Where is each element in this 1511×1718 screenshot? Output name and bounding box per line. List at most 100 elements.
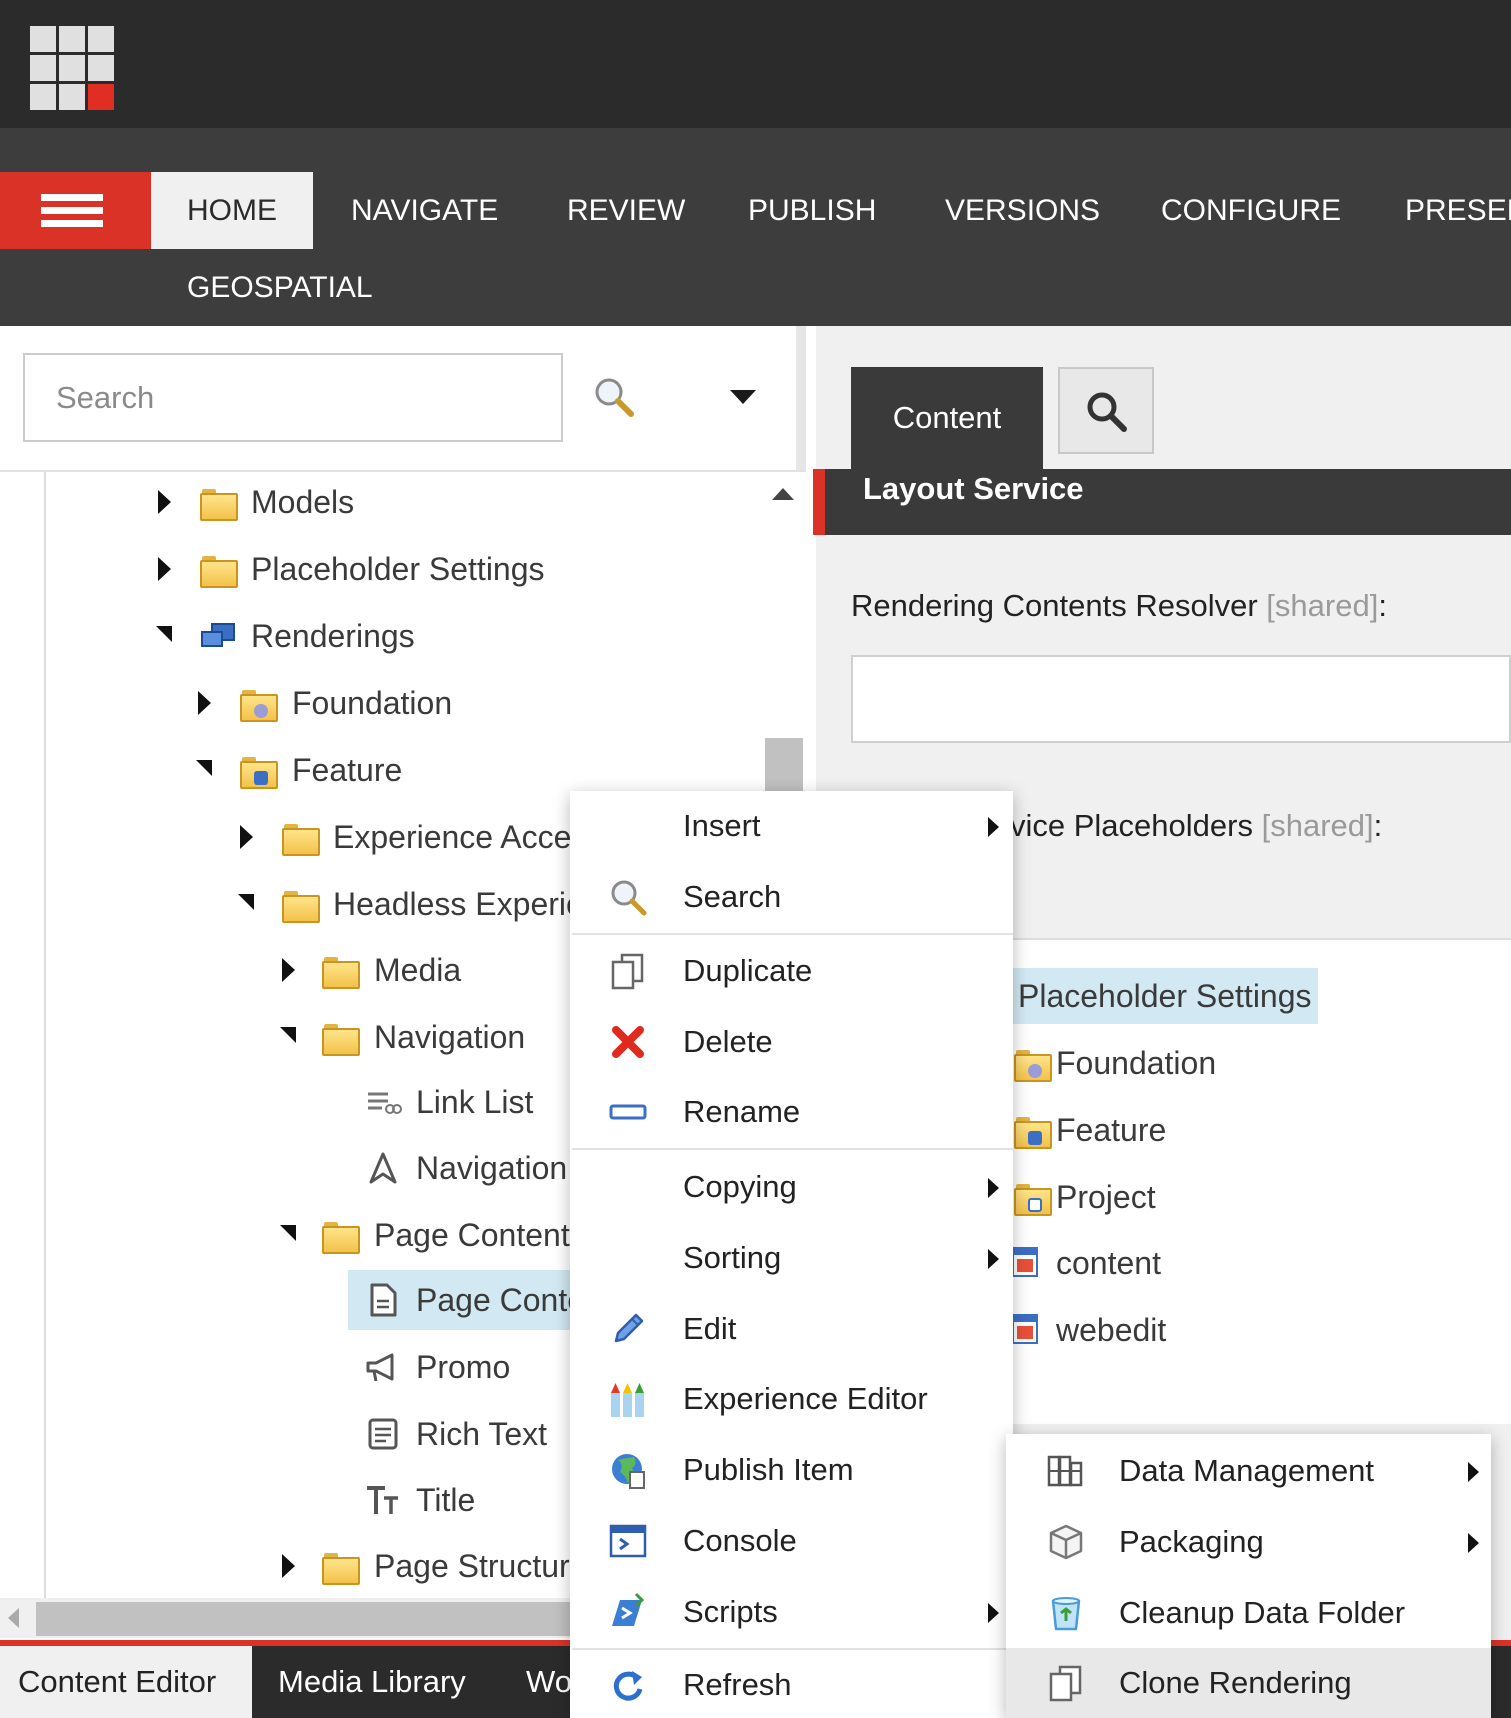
treelist-item-feature[interactable]: Feature — [1056, 1102, 1166, 1158]
rendering-contents-resolver-field[interactable] — [851, 655, 1511, 743]
scrollbar-thumb[interactable] — [765, 738, 803, 794]
menu-item-console[interactable]: Console — [570, 1506, 1013, 1576]
search-options-dropdown-icon[interactable] — [730, 390, 756, 404]
menu-item-experience-editor[interactable]: Experience Editor — [570, 1364, 1013, 1434]
treelist-item-project[interactable]: Project — [1056, 1169, 1156, 1225]
folder-gear-icon — [240, 688, 278, 722]
treelist-item-foundation[interactable]: Foundation — [1056, 1035, 1216, 1091]
expand-arrow-icon[interactable] — [278, 940, 298, 1000]
tab-content[interactable]: Content — [851, 367, 1043, 469]
submenu-item-cleanup-data-folder[interactable]: Cleanup Data Folder — [1006, 1578, 1491, 1648]
tree-node-label: Page Conte — [416, 1282, 586, 1318]
expand-arrow-icon[interactable] — [278, 1536, 298, 1596]
rich-text-icon — [368, 1418, 398, 1450]
expand-arrow-icon[interactable] — [236, 807, 256, 867]
menu-item-duplicate[interactable]: Duplicate — [570, 936, 1013, 1006]
duplicate-icon — [611, 953, 644, 990]
search-icon[interactable] — [592, 375, 636, 419]
app-launcher-icon[interactable] — [30, 26, 114, 110]
treelist-item-placeholder-settings[interactable]: Placeholder Settings — [1018, 968, 1312, 1024]
tab-versions[interactable]: VERSIONS — [909, 172, 1136, 249]
section-header-layout-service[interactable]: Layout Service — [813, 469, 1511, 535]
megaphone-icon — [366, 1353, 394, 1382]
tree-node-label: Link List — [416, 1084, 534, 1120]
tab-home[interactable]: HOME — [151, 172, 313, 249]
scrollbar-thumb[interactable] — [36, 1602, 576, 1636]
calendar-icon — [1012, 1314, 1038, 1344]
tree-node-label: Page Content — [374, 1217, 570, 1253]
tree-node-label: Renderings — [251, 618, 415, 654]
package-icon — [1049, 1524, 1083, 1560]
tab-publish[interactable]: PUBLISH — [712, 172, 912, 249]
tree-node-label: Feature — [292, 752, 403, 788]
menu-item-label: Edit — [683, 1311, 737, 1346]
submenu-arrow-icon — [1468, 1533, 1479, 1553]
tree-node-label: Models — [251, 484, 355, 520]
menu-item-label: Packaging — [1119, 1524, 1264, 1559]
scroll-up-arrow-icon[interactable] — [772, 488, 794, 500]
menu-item-label: Cleanup Data Folder — [1119, 1595, 1406, 1630]
treelist-item-content[interactable]: content — [1056, 1235, 1161, 1291]
tree-node-label: Placeholder Settings — [251, 551, 545, 587]
tab-presentation[interactable]: PRESEN — [1369, 172, 1511, 249]
field-label-rendering-contents-resolver: Rendering Contents Resolver [shared]: — [851, 588, 1387, 624]
expand-arrow-icon[interactable] — [154, 539, 174, 599]
collapse-arrow-icon[interactable] — [278, 1007, 298, 1067]
tab-navigate[interactable]: NAVIGATE — [315, 172, 534, 249]
menu-item-label: Duplicate — [683, 953, 813, 988]
menu-item-sorting[interactable]: Sorting — [570, 1223, 1013, 1293]
menu-item-label: Refresh — [683, 1667, 792, 1702]
search-tab-button[interactable] — [1058, 367, 1154, 454]
tab-content-editor[interactable]: Content Editor — [0, 1646, 252, 1718]
menu-item-refresh[interactable]: Refresh — [570, 1650, 1013, 1718]
menu-item-insert[interactable]: Insert — [570, 791, 1013, 861]
expand-arrow-icon[interactable] — [194, 673, 214, 733]
treelist-item-webedit[interactable]: webedit — [1056, 1302, 1166, 1358]
collapse-arrow-icon[interactable] — [194, 740, 214, 800]
tab-geospatial[interactable]: GEOSPATIAL — [151, 249, 409, 326]
collapse-arrow-icon[interactable] — [278, 1205, 298, 1265]
menu-item-label: Sorting — [683, 1240, 782, 1275]
delete-icon — [612, 1026, 644, 1058]
menu-item-label: Experience Editor — [683, 1381, 928, 1416]
renderings-icon — [201, 623, 235, 647]
menu-item-edit[interactable]: Edit — [570, 1294, 1013, 1364]
submenu-item-clone-rendering[interactable]: Clone Rendering — [1006, 1648, 1491, 1718]
folder-project-icon — [1014, 1169, 1052, 1225]
menu-item-label: Data Management — [1119, 1453, 1375, 1488]
field-label-text: Rendering Contents Resolver — [851, 588, 1258, 623]
tree-node-label: Title — [416, 1482, 476, 1518]
tab-review[interactable]: REVIEW — [531, 172, 721, 249]
tab-configure[interactable]: CONFIGURE — [1125, 172, 1377, 249]
tree-node-label: Headless Experie — [333, 886, 584, 922]
submenu-arrow-icon — [988, 1249, 999, 1269]
hamburger-menu-icon[interactable] — [0, 172, 151, 249]
tree-node-label: Page Structure — [374, 1548, 588, 1584]
folder-icon — [322, 1551, 360, 1585]
menu-item-label: Publish Item — [683, 1452, 854, 1487]
menu-item-search[interactable]: Search — [570, 862, 1013, 932]
menu-item-label: Insert — [683, 808, 761, 843]
collapse-arrow-icon[interactable] — [154, 606, 174, 666]
menu-item-copying[interactable]: Copying — [570, 1152, 1013, 1222]
folder-icon — [322, 1022, 360, 1056]
folder-icon — [200, 487, 238, 521]
submenu-arrow-icon — [1468, 1462, 1479, 1482]
tree-node-label: Navigation — [374, 1019, 526, 1055]
scroll-left-arrow-icon[interactable] — [8, 1608, 19, 1628]
tab-media-library[interactable]: Media Library — [260, 1646, 484, 1718]
shared-tag: [shared] — [1261, 808, 1374, 843]
folder-icon — [282, 822, 320, 856]
menu-item-delete[interactable]: Delete — [570, 1007, 1013, 1077]
menu-item-scripts[interactable]: Scripts — [570, 1577, 1013, 1647]
menu-item-publish-item[interactable]: Publish Item — [570, 1435, 1013, 1505]
expand-arrow-icon[interactable] — [154, 472, 174, 532]
submenu-item-data-management[interactable]: Data Management — [1006, 1436, 1491, 1506]
submenu-item-packaging[interactable]: Packaging — [1006, 1507, 1491, 1577]
collapse-arrow-icon[interactable] — [236, 874, 256, 934]
tree-search-input[interactable] — [23, 353, 563, 442]
menu-item-label: Rename — [683, 1094, 801, 1129]
menu-item-label: Search — [683, 879, 782, 914]
submenu-arrow-icon — [988, 1603, 999, 1623]
menu-item-rename[interactable]: Rename — [570, 1077, 1013, 1147]
